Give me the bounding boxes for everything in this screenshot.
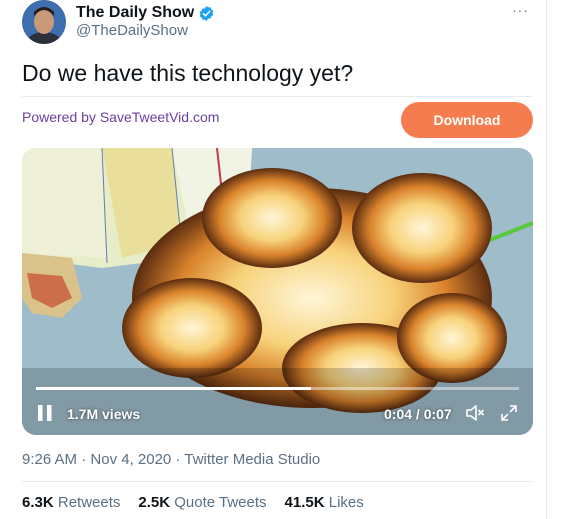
tweet-card: The Daily Show @TheDailyShow ··· Do we h… xyxy=(0,0,547,519)
retweets-count: 6.3K xyxy=(22,494,54,511)
video-player[interactable]: 1.7M views 0:04 / 0:07 xyxy=(22,148,533,435)
quote-tweets-count: 2.5K xyxy=(138,494,171,511)
download-button[interactable]: Download xyxy=(401,102,533,138)
video-progress-bar[interactable] xyxy=(36,387,519,390)
quote-tweets-label: Quote Tweets xyxy=(174,494,267,511)
pause-icon[interactable] xyxy=(36,403,54,423)
video-frame xyxy=(22,148,533,435)
view-count: 1.7M views xyxy=(67,406,141,422)
likes-label: Likes xyxy=(328,494,364,511)
meta-separator: · xyxy=(81,451,91,468)
account-name-row[interactable]: The Daily Show xyxy=(76,4,215,22)
likes-stat[interactable]: 41.5K Likes xyxy=(285,494,364,511)
retweets-label: Retweets xyxy=(57,494,121,511)
divider xyxy=(22,96,532,97)
tweet-text: Do we have this technology yet? xyxy=(22,60,354,86)
verified-badge-icon xyxy=(200,5,214,21)
muted-volume-icon[interactable] xyxy=(465,404,485,422)
video-time: 0:04 / 0:07 xyxy=(384,406,452,422)
account-handle[interactable]: @TheDailyShow xyxy=(76,22,188,39)
account-name[interactable]: The Daily Show xyxy=(76,4,194,22)
video-controls: 1.7M views 0:04 / 0:07 xyxy=(22,395,533,435)
quote-tweets-stat[interactable]: 2.5K Quote Tweets xyxy=(138,494,266,511)
engagement-stats: 6.3K Retweets 2.5K Quote Tweets 41.5K Li… xyxy=(22,494,364,511)
retweets-stat[interactable]: 6.3K Retweets xyxy=(22,494,120,511)
powered-by-link[interactable]: Powered by SaveTweetVid.com xyxy=(22,109,219,125)
tweet-time[interactable]: 9:26 AM xyxy=(22,451,77,468)
divider xyxy=(22,481,532,482)
video-progress-fill xyxy=(36,387,312,390)
avatar[interactable] xyxy=(22,0,66,44)
tweet-date[interactable]: Nov 4, 2020 xyxy=(90,451,171,468)
tweet-source[interactable]: Twitter Media Studio xyxy=(184,451,320,468)
fullscreen-icon[interactable] xyxy=(500,404,518,422)
likes-count: 41.5K xyxy=(284,494,325,511)
tweet-meta: 9:26 AM · Nov 4, 2020 · Twitter Media St… xyxy=(22,451,320,468)
more-options-icon[interactable]: ··· xyxy=(512,2,529,18)
